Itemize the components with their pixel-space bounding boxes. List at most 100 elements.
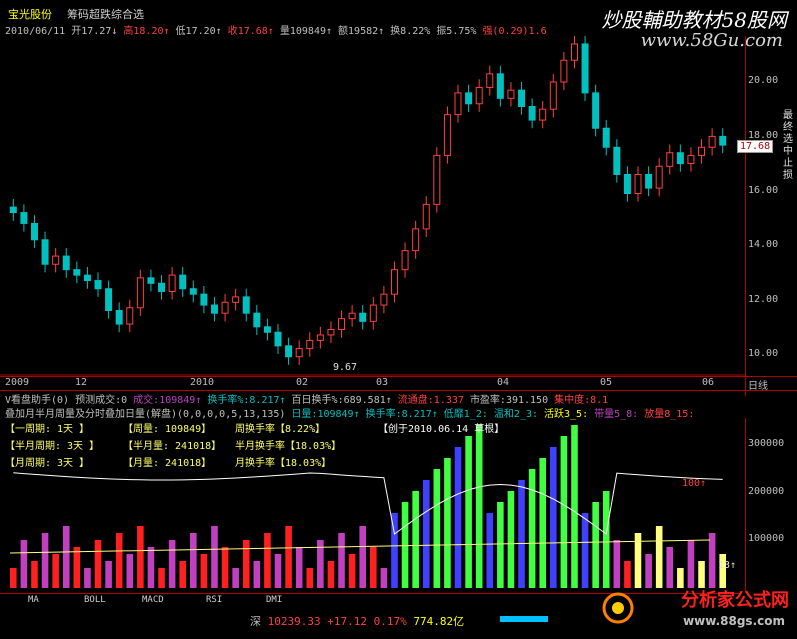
- volume-bar: [497, 502, 504, 588]
- period-cell: 半月换手率【18.03%】: [235, 441, 342, 452]
- index-value: 10239.33: [267, 615, 321, 628]
- candle-body: [602, 127, 610, 148]
- volume-bar: [539, 458, 546, 588]
- price-chart[interactable]: [0, 36, 745, 376]
- volume-bar: [433, 469, 441, 588]
- candle-body: [30, 222, 38, 241]
- created-note: 【创于2010.06.14 草根】: [378, 424, 505, 435]
- candle-body: [221, 301, 229, 314]
- candle-body: [613, 146, 621, 175]
- candle-body: [719, 135, 727, 146]
- tab-rsi[interactable]: RSI: [206, 595, 222, 605]
- period-line-1: 【一周期: 1天 】 【周量: 109849】 周换手率【8.22%】: [5, 420, 375, 435]
- time-tick: 05: [600, 377, 613, 388]
- time-tick: 2010: [190, 377, 215, 388]
- volume-bar: [295, 547, 303, 588]
- volume-bar: [158, 568, 165, 588]
- candle-body: [263, 326, 271, 333]
- volume-bar: [401, 502, 409, 588]
- volume-bar: [528, 469, 536, 588]
- candle-body: [645, 173, 653, 189]
- period-cell: 【月量: 241018】: [123, 458, 212, 469]
- candle-body: [232, 296, 240, 303]
- volume-bar: [20, 540, 28, 588]
- volume-bar: [10, 568, 17, 588]
- candle-body: [147, 277, 155, 284]
- volume-bar: [655, 526, 663, 588]
- volume-bar: [645, 554, 652, 588]
- candle-body: [507, 89, 515, 99]
- time-axis-top-line: [0, 376, 797, 377]
- volume-tick: 100000: [748, 533, 785, 544]
- candle-body: [94, 280, 102, 290]
- volume-bar: [94, 540, 102, 588]
- candle-body: [115, 309, 123, 325]
- period-cell: 周换手率【8.22%】: [235, 424, 326, 435]
- site-url: www.88gs.com: [683, 614, 785, 628]
- site-logo: 分析家公式网: [681, 590, 789, 611]
- candle-body: [708, 135, 716, 148]
- volume-bar: [454, 447, 462, 588]
- candle-body: [338, 318, 346, 331]
- tab-ma[interactable]: MA: [28, 595, 39, 605]
- candle-body: [676, 152, 684, 165]
- progress-strip: [500, 616, 548, 622]
- candle-body: [210, 304, 218, 314]
- candle-body: [9, 206, 17, 214]
- volume-bar: [274, 554, 282, 588]
- volume-bar: [359, 526, 366, 588]
- volume-bar: [677, 568, 684, 588]
- candle-body: [62, 255, 70, 271]
- formula-name[interactable]: 筹码超跌综合选: [67, 6, 144, 22]
- volume-mark-13: 13↑: [718, 560, 737, 571]
- time-tick: 02: [296, 377, 309, 388]
- candle-body: [242, 296, 250, 314]
- volume-bar: [581, 513, 589, 588]
- volume-bar: [380, 568, 388, 588]
- volume-bar: [475, 425, 483, 588]
- low-price-marker: 9.67: [333, 362, 358, 373]
- price-tick: 16.00: [748, 185, 779, 196]
- candle-body: [443, 114, 451, 156]
- candle-body: [285, 345, 293, 358]
- volume-bar: [137, 526, 144, 588]
- time-tick: 06: [702, 377, 715, 388]
- volume-bar: [264, 533, 271, 588]
- candle-body: [401, 250, 409, 271]
- index-pct: 0.17%: [373, 615, 407, 628]
- period-cell: 【一周期: 1天 】: [5, 424, 90, 435]
- candle-body: [41, 239, 49, 265]
- volume-bar: [507, 491, 515, 588]
- volume-bar: [221, 547, 229, 588]
- volume-mark-100: 100↑: [682, 478, 707, 489]
- volume-bar: [571, 425, 578, 588]
- candle-body: [518, 89, 526, 107]
- index-change: +17.12: [327, 615, 367, 628]
- price-tick: 10.00: [748, 348, 779, 359]
- tab-boll[interactable]: BOLL: [84, 595, 106, 605]
- candle-body: [179, 274, 187, 290]
- stock-name[interactable]: 宝光股份: [8, 6, 52, 22]
- candle-body: [158, 282, 166, 292]
- time-tick: 04: [497, 377, 510, 388]
- candle-body: [634, 173, 642, 195]
- volume-tick: 300000: [748, 438, 785, 449]
- candle-body: [433, 154, 441, 205]
- candle-body: [390, 269, 398, 295]
- candle-body: [20, 212, 28, 224]
- tab-dmi[interactable]: DMI: [266, 595, 282, 605]
- volume-ma-line: [13, 472, 723, 535]
- volume-bar: [126, 554, 134, 588]
- volume-bar: [602, 491, 610, 588]
- candle-body: [496, 73, 504, 99]
- period-cell: 【半月周期: 3天 】: [5, 441, 100, 452]
- candle-body: [189, 288, 197, 295]
- time-tick: 2009: [5, 377, 30, 388]
- candle-body: [136, 277, 144, 309]
- market-index[interactable]: 深 10239.33 +17.12 0.17% 774.82亿: [250, 613, 464, 629]
- volume-bar: [31, 561, 38, 588]
- price-tick: 12.00: [748, 294, 779, 305]
- tab-macd[interactable]: MACD: [142, 595, 164, 605]
- volume-bar: [550, 447, 557, 588]
- volume-bar: [338, 533, 345, 588]
